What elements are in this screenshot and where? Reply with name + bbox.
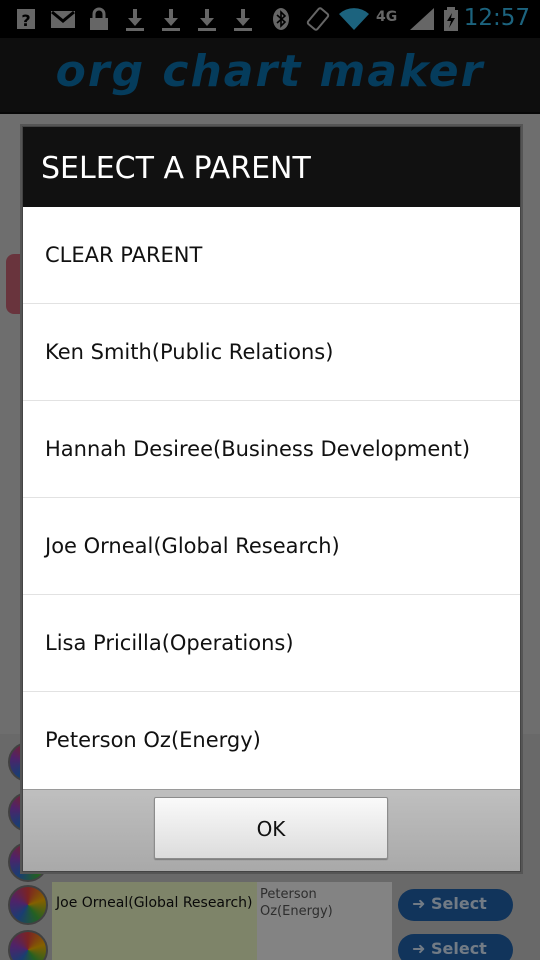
select-parent-dialog: SELECT A PARENT CLEAR PARENT Ken Smith(P… — [22, 126, 521, 872]
dialog-footer: OK — [23, 789, 520, 871]
parent-list: CLEAR PARENT Ken Smith(Public Relations)… — [23, 207, 520, 789]
list-item[interactable]: Ken Smith(Public Relations) — [23, 304, 520, 401]
list-item[interactable]: Hannah Desiree(Business Development) — [23, 401, 520, 498]
list-item[interactable]: Peterson Oz(Energy) — [23, 692, 520, 789]
dialog-title: SELECT A PARENT — [23, 127, 520, 207]
list-item[interactable]: Joe Orneal(Global Research) — [23, 498, 520, 595]
ok-button[interactable]: OK — [154, 797, 388, 859]
list-item-clear-parent[interactable]: CLEAR PARENT — [23, 207, 520, 304]
list-item[interactable]: Lisa Pricilla(Operations) — [23, 595, 520, 692]
